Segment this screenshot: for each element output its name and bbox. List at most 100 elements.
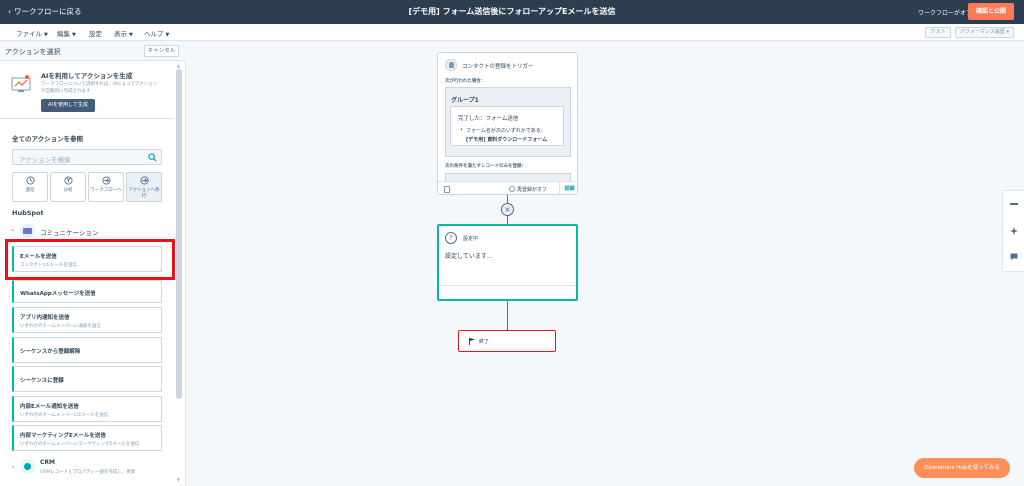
top-bar: ‹ ワークフローに戻る [デモ用] フォーム送信後にフォローアップEメールを送信… xyxy=(0,0,1024,24)
operations-hub-button[interactable]: Operations Hubを使ってみる xyxy=(914,458,1010,478)
menu-settings-label: 設定 xyxy=(89,30,102,38)
bullet-icon: • xyxy=(460,127,463,133)
ai-description: ワークフローについて説明すれば、AIによってアクションが自動的に作成されます xyxy=(41,82,158,94)
menu-bar: ファイル ▼ 編集 ▼ 設定 表示 ▼ ヘルプ ▼ テスト パフォーマンス履歴 ▾ xyxy=(0,24,1024,41)
trigger-card[interactable]: コンタクトの登録をトリガー 次が行われた場合： グループ1 完了した：フォーム送… xyxy=(437,52,578,195)
branch-icon xyxy=(64,176,73,185)
category-go-to-workflow[interactable]: ワークフローへ xyxy=(88,172,124,202)
test-button[interactable]: テスト xyxy=(925,27,951,38)
menu-view-label: 表示 xyxy=(114,30,127,38)
arrow-right-icon xyxy=(102,176,111,185)
grid-dots-icon[interactable] xyxy=(1010,200,1018,208)
menu-view[interactable]: 表示 ▼ xyxy=(114,28,133,38)
action-title: シーケンスから登録解除 xyxy=(20,349,81,355)
chevron-down-icon: ▼ xyxy=(165,32,170,38)
category-label: 分岐 xyxy=(63,188,73,193)
performance-history-button[interactable]: パフォーマンス履歴 ▾ xyxy=(955,27,1014,38)
condition-line1: フォーム名が次のいずれかである： xyxy=(466,128,546,134)
ai-generate-box: AIを利用してアクションを生成 ワークフローについて説明すれば、AIによってアク… xyxy=(0,61,174,119)
search-icon[interactable] xyxy=(148,153,157,162)
all-actions-heading: 全てのアクションを参照 xyxy=(12,135,84,143)
crm-label: CRM xyxy=(40,459,55,466)
trigger-next-box xyxy=(445,173,571,181)
crm-description: CRMレコードとプロパティー値を作成し、更新 xyxy=(40,470,136,475)
communication-group-toggle[interactable]: ⌄ コミュニケーション xyxy=(10,224,170,238)
action-internal-email[interactable]: 内部Eメール通知を送信 いずれかのチームメンバーにEメールを送信 xyxy=(12,396,162,422)
sparkle-icon[interactable] xyxy=(1010,227,1018,235)
ai-title: AIを利用してアクションを生成 xyxy=(41,72,133,80)
scroll-down-arrow[interactable]: ▼ xyxy=(177,477,180,482)
reenroll-icon xyxy=(509,186,515,192)
end-node: 終了 xyxy=(458,330,556,352)
cancel-button[interactable]: キャンセル xyxy=(144,45,179,57)
action-panel: アクションを選択 キャンセル ▲ ▼ AIを利用してアクションを生成 ワークフロ… xyxy=(0,41,186,486)
menu-settings[interactable]: 設定 xyxy=(89,28,102,38)
workflow-status: ワークフローがオフ xyxy=(918,10,973,17)
workflow-canvas[interactable] xyxy=(186,41,1024,486)
category-label: 遅延 xyxy=(25,188,35,193)
highlight-box xyxy=(5,239,175,280)
action-node-divider xyxy=(439,285,576,286)
action-title: 内部Eメール通知を送信 xyxy=(20,404,79,410)
comment-icon[interactable] xyxy=(1010,253,1018,261)
question-icon: ? xyxy=(445,232,457,244)
action-send-in-app-notification[interactable]: アプリ内通知を送信 いずれかのチームメンバーに通知を送信 xyxy=(12,307,162,333)
menu-file-label: ファイル xyxy=(16,30,42,38)
trigger-footer: 再登録がオフ 詳細 xyxy=(438,181,577,194)
action-node-title: 設定中 xyxy=(463,236,479,242)
panel-scrollbar[interactable] xyxy=(176,69,182,399)
scroll-up-arrow[interactable]: ▲ xyxy=(177,63,180,68)
clock-icon xyxy=(26,176,35,185)
action-search-input[interactable]: アクションを検索 xyxy=(12,149,162,165)
search-placeholder: アクションを検索 xyxy=(19,156,71,164)
action-subtitle: いずれかのチームメンバーにマーケティングEメールを送信 xyxy=(20,442,140,447)
category-go-to-action[interactable]: アクションへ移行 xyxy=(126,172,162,202)
category-delay[interactable]: 遅延 xyxy=(12,172,48,202)
chevron-down-icon: ▼ xyxy=(72,32,76,38)
category-branch[interactable]: 分岐 xyxy=(50,172,86,202)
menu-help[interactable]: ヘルプ ▼ xyxy=(144,28,169,38)
end-label: 終了 xyxy=(479,339,490,345)
group-label: グループ1 xyxy=(451,97,479,104)
review-publish-button[interactable]: 確認と公開 xyxy=(968,3,1014,20)
trigger-condition: 完了した：フォーム送信 • フォーム名が次のいずれかである： [デモ用] 資料ダ… xyxy=(450,106,564,146)
copy-icon[interactable] xyxy=(444,186,450,193)
reenroll-status[interactable]: 再登録がオフ xyxy=(517,186,547,193)
email-group-icon xyxy=(20,224,35,238)
crm-group-toggle[interactable]: › CRM CRMレコードとプロパティー値を作成し、更新 xyxy=(10,455,170,481)
action-title: シーケンスに登録 xyxy=(20,378,64,384)
ai-generate-button[interactable]: AIを使用して生成 xyxy=(41,99,95,112)
panel-header: アクションを選択 キャンセル xyxy=(0,41,186,61)
action-subtitle: いずれかのチームメンバーに通知を送信 xyxy=(20,324,101,329)
ai-illustration-icon xyxy=(11,75,31,92)
configuring-action-node[interactable]: ? 設定中 設定しています... xyxy=(437,224,578,301)
action-title: WhatsAppメッセージを送信 xyxy=(20,291,96,297)
chevron-down-icon: ⌄ xyxy=(10,226,16,233)
menu-edit[interactable]: 編集 ▼ xyxy=(57,28,76,38)
arrow-right-icon xyxy=(140,176,149,185)
action-title: アプリ内通知を送信 xyxy=(20,315,70,321)
action-enroll-sequence[interactable]: シーケンスに登録 xyxy=(12,366,162,392)
panel-title: アクションを選択 xyxy=(5,48,61,56)
action-title: 内部マーケティングEメールを送信 xyxy=(20,433,106,439)
trigger-details-button[interactable]: 詳細 xyxy=(559,182,577,194)
perf-label: パフォーマンス履歴 xyxy=(959,29,1005,35)
group-label: コミュニケーション xyxy=(40,229,99,237)
menu-help-label: ヘルプ xyxy=(144,30,164,38)
category-label: ワークフローへ xyxy=(90,188,122,193)
trigger-next-label: 次の条件を満たすレコードのみを登録： xyxy=(445,164,526,169)
condition-line2: [デモ用] 資料ダウンロードフォーム xyxy=(466,137,548,143)
menu-edit-label: 編集 xyxy=(57,30,70,38)
workflow-title[interactable]: [デモ用] フォーム送信後にフォローアップEメールを送信 xyxy=(0,6,1024,17)
action-send-whatsapp[interactable]: WhatsAppメッセージを送信 xyxy=(12,280,162,303)
chevron-down-icon: ▼ xyxy=(129,32,133,38)
chevron-down-icon: ▾ xyxy=(1006,29,1009,35)
contact-icon xyxy=(445,59,457,71)
condition-title: 完了した：フォーム送信 xyxy=(458,116,519,122)
add-step-close-icon[interactable]: × xyxy=(501,203,514,216)
chevron-down-icon: ▼ xyxy=(44,32,48,38)
category-label: アクションへ移行 xyxy=(128,188,160,199)
menu-file[interactable]: ファイル ▼ xyxy=(16,28,48,38)
action-unenroll-sequence[interactable]: シーケンスから登録解除 xyxy=(12,337,162,363)
action-internal-marketing-email[interactable]: 内部マーケティングEメールを送信 いずれかのチームメンバーにマーケティングEメー… xyxy=(12,425,162,451)
